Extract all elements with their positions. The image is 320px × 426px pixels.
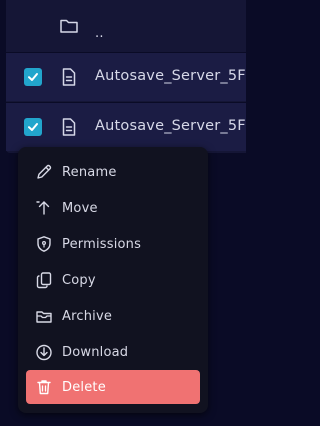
menu-item-label: Delete: [62, 379, 106, 395]
shield-icon: [37, 236, 51, 252]
file-row[interactable]: Autosave_Server_5F: [6, 53, 246, 101]
file-row-parent-directory[interactable]: ..: [6, 2, 246, 50]
checkmark-icon: [28, 123, 38, 131]
file-name: Autosave_Server_5F: [95, 118, 246, 134]
file-checkbox[interactable]: [24, 68, 42, 86]
arrow-up-icon: [36, 201, 50, 215]
file-icon: [62, 118, 76, 136]
download-icon: [36, 344, 52, 361]
folder-icon: [60, 19, 78, 33]
menu-item-move[interactable]: Move: [26, 191, 200, 225]
menu-item-download[interactable]: Download: [26, 335, 200, 369]
parent-directory-label: ..: [95, 26, 104, 41]
menu-item-rename[interactable]: Rename: [26, 155, 200, 189]
menu-item-permissions[interactable]: Permissions: [26, 227, 200, 261]
trash-icon: [37, 380, 51, 395]
menu-item-label: Rename: [62, 164, 117, 180]
file-list: .. Autosave_Server_5F Autosave_Server_5F: [6, 0, 246, 153]
menu-item-delete[interactable]: Delete: [26, 370, 200, 404]
file-row[interactable]: Autosave_Server_5F: [6, 103, 246, 151]
pencil-icon: [37, 164, 52, 179]
menu-item-label: Permissions: [62, 236, 142, 252]
menu-item-label: Move: [62, 200, 98, 216]
copy-icon: [36, 272, 52, 289]
file-checkbox[interactable]: [24, 118, 42, 136]
file-name: Autosave_Server_5F: [95, 68, 246, 84]
file-icon: [62, 68, 76, 86]
file-context-menu: Rename Move Permissions Copy Archive Dow…: [18, 147, 208, 413]
menu-item-label: Archive: [62, 308, 113, 324]
checkmark-icon: [28, 73, 38, 81]
menu-item-label: Copy: [62, 272, 96, 288]
menu-item-copy[interactable]: Copy: [26, 263, 200, 297]
menu-item-archive[interactable]: Archive: [26, 299, 200, 333]
archive-icon: [36, 311, 52, 323]
menu-item-label: Download: [62, 344, 129, 360]
